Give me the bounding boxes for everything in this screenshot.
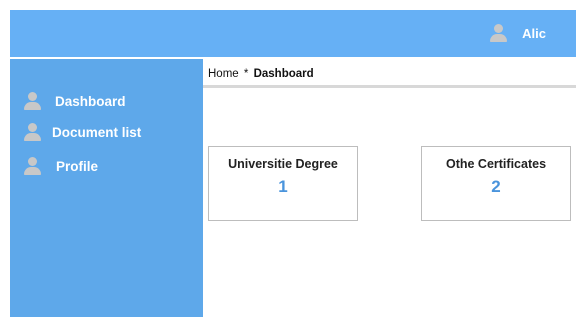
breadcrumb-home-link[interactable]: Home [208, 68, 239, 80]
sidebar-item-document-list[interactable]: Document list [24, 123, 141, 141]
breadcrumb-divider [203, 85, 576, 88]
person-icon [24, 123, 41, 141]
sidebar-item-label: Document list [52, 124, 142, 140]
sidebar-item-label: Dashboard [55, 93, 126, 109]
card-count: 2 [491, 177, 501, 196]
card-university-degree[interactable]: Universitie Degree 1 [208, 146, 358, 221]
card-count: 1 [278, 177, 288, 196]
user-menu[interactable]: Alic [490, 22, 546, 44]
breadcrumb-separator: * [243, 68, 249, 80]
app-window: Alic Dashboard Document list Profile Hom… [10, 10, 576, 317]
breadcrumb: Home * Dashboard [208, 68, 314, 80]
card-other-certificates[interactable]: Othe Certificates 2 [421, 146, 571, 221]
sidebar-item-label: Profile [56, 158, 99, 174]
sidebar-item-dashboard[interactable]: Dashboard [24, 92, 126, 110]
person-icon [490, 24, 508, 42]
person-icon [24, 92, 41, 110]
sidebar-item-profile[interactable]: Profile [24, 157, 98, 175]
breadcrumb-current: Dashboard [253, 68, 314, 80]
sidebar: Dashboard Document list Profile [10, 59, 203, 317]
top-bar: Alic [10, 10, 576, 57]
person-icon [24, 157, 41, 175]
card-title: Universitie Degree [228, 157, 338, 171]
user-name: Alic [522, 25, 546, 41]
card-title: Othe Certificates [445, 157, 547, 171]
